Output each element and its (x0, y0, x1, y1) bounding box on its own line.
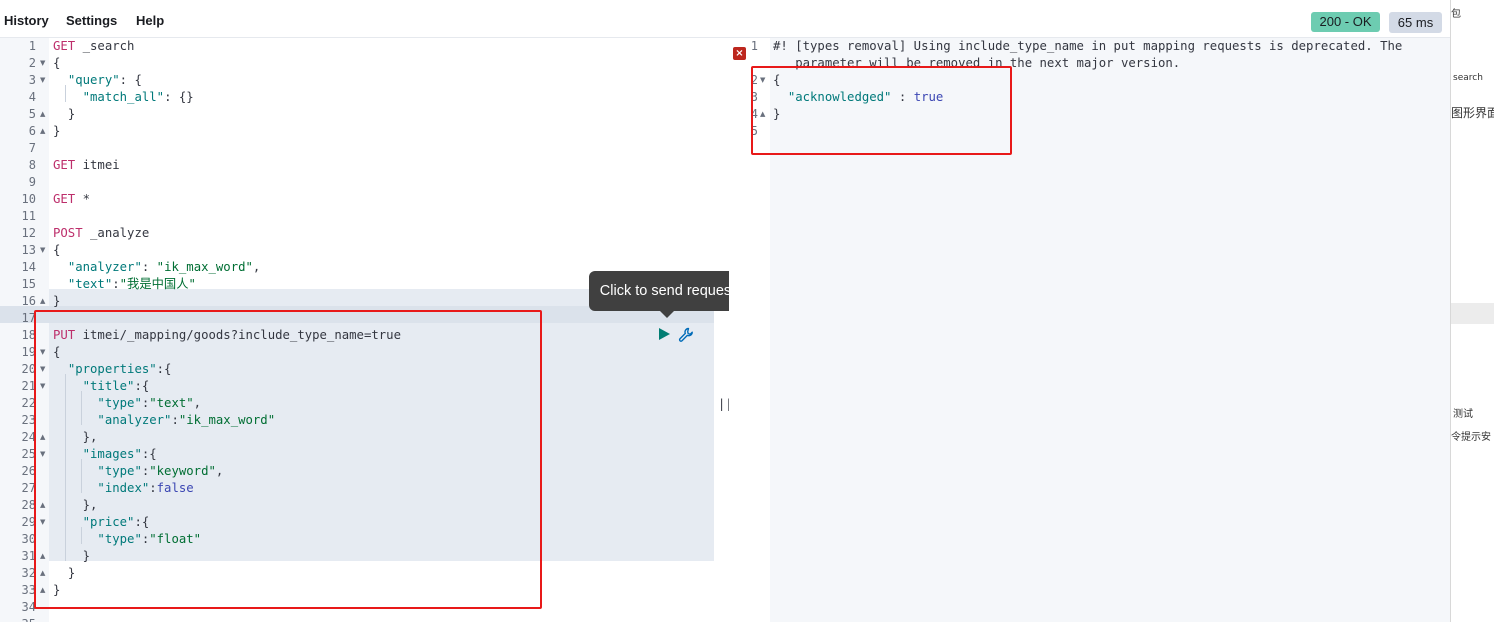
request-path: _analyze (82, 226, 150, 240)
line-number: 20 (21, 362, 36, 376)
line-number: 5 (28, 107, 36, 121)
code-line: POST _analyze (53, 225, 149, 242)
line-number: 18 (21, 328, 36, 342)
brace: } (53, 294, 61, 308)
line-number: 24 (21, 430, 36, 444)
line-number: 8 (28, 158, 36, 172)
console-menubar: History Settings Help 200 - OK 65 ms (0, 0, 1450, 38)
code-line: } (53, 293, 60, 310)
line-number: 12 (21, 226, 36, 240)
punct: : (112, 277, 120, 291)
fold-close-icon[interactable]: ▲ (40, 106, 45, 123)
line-number: 6 (28, 124, 36, 138)
json-string: "我是中国人" (119, 277, 196, 291)
line-number: 1 (750, 39, 758, 53)
line-number: 15 (21, 277, 36, 291)
request-path: itmei (75, 158, 120, 172)
menu-settings[interactable]: Settings (66, 13, 117, 28)
code-line: "analyzer": "ik_max_word", (53, 259, 261, 276)
fold-close-icon[interactable]: ▲ (40, 293, 45, 310)
fold-close-icon[interactable]: ▲ (40, 123, 45, 140)
line-number: 2 (28, 56, 36, 70)
background-text: search (1453, 73, 1483, 83)
code-line: GET _search (53, 38, 134, 55)
punct: : (141, 260, 157, 274)
line-number: 17 (21, 311, 36, 325)
brace: } (67, 107, 76, 121)
line-number: 32 (21, 566, 36, 580)
line-number: 14 (21, 260, 36, 274)
line-number: 4 (28, 90, 36, 104)
response-warning-line: #! [types removal] Using include_type_na… (773, 39, 1403, 53)
line-number: 9 (28, 175, 36, 189)
json-key: "analyzer" (67, 260, 142, 274)
punct: , (252, 260, 261, 274)
line-number: 27 (21, 481, 36, 495)
annotation-highlight-request (34, 310, 542, 609)
line-number: 11 (21, 209, 36, 223)
wrench-icon[interactable] (677, 326, 695, 344)
fold-open-icon[interactable]: ▼ (40, 55, 45, 72)
menu-help[interactable]: Help (136, 13, 164, 28)
code-line: { (53, 242, 60, 259)
request-path: * (75, 192, 91, 206)
line-number: 7 (28, 141, 36, 155)
punct: : { (119, 73, 142, 87)
line-number: 19 (21, 345, 36, 359)
line-number: 30 (21, 532, 36, 546)
fold-open-icon[interactable]: ▼ (40, 72, 45, 89)
background-text: 包 (1451, 9, 1461, 20)
http-method: POST (53, 226, 83, 240)
http-method: GET (53, 192, 76, 206)
tooltip-arrow (660, 311, 674, 318)
code-line: } (53, 123, 60, 140)
json-key: "text" (67, 277, 113, 291)
background-window: 包 search 图形界面 测试 令提示安 (1450, 0, 1494, 622)
punct: : {} (164, 90, 194, 104)
code-line: { (53, 55, 60, 72)
brace: { (53, 243, 61, 257)
brace: { (53, 56, 61, 70)
line-number: 3 (28, 73, 36, 87)
line-number: 13 (21, 243, 36, 257)
code-line: "text":"我是中国人" (53, 276, 196, 293)
send-request-tooltip: Click to send request (589, 271, 746, 311)
json-key: "query" (67, 73, 120, 87)
request-time-badge: 65 ms (1389, 12, 1442, 33)
json-key: "match_all" (82, 90, 165, 104)
menu-history[interactable]: History (4, 13, 49, 28)
line-number: 33 (21, 583, 36, 597)
line-number: 22 (21, 396, 36, 410)
line-number: 10 (21, 192, 36, 206)
annotation-highlight-response (751, 66, 1012, 155)
background-text: 图形界面 (1451, 106, 1494, 120)
line-number: 29 (21, 515, 36, 529)
line-number: 28 (21, 498, 36, 512)
json-string: "ik_max_word" (156, 260, 253, 274)
line-number: 35 (0, 616, 36, 622)
fold-open-icon[interactable]: ▼ (40, 242, 45, 259)
code-line: } (53, 106, 75, 123)
status-badge: 200 - OK (1311, 12, 1380, 32)
background-text: 令提示安 (1451, 432, 1491, 443)
code-line: "match_all": {} (53, 89, 194, 106)
code-line: GET * (53, 191, 90, 208)
line-number: 34 (21, 600, 36, 614)
http-method: GET (53, 158, 76, 172)
line-number: 25 (21, 447, 36, 461)
line-number: 26 (21, 464, 36, 478)
line-number: 31 (21, 549, 36, 563)
send-request-play-icon[interactable] (659, 328, 670, 340)
background-highlight-row (1451, 303, 1494, 324)
line-number: 21 (21, 379, 36, 393)
line-number: 16 (21, 294, 36, 308)
code-line: GET itmei (53, 157, 120, 174)
http-method: GET (53, 39, 76, 53)
background-text: 测试 (1453, 409, 1473, 420)
request-path: _search (75, 39, 135, 53)
brace: } (53, 124, 61, 138)
line-number: 23 (21, 413, 36, 427)
code-line: "query": { (53, 72, 142, 89)
line-number: 1 (28, 39, 36, 53)
